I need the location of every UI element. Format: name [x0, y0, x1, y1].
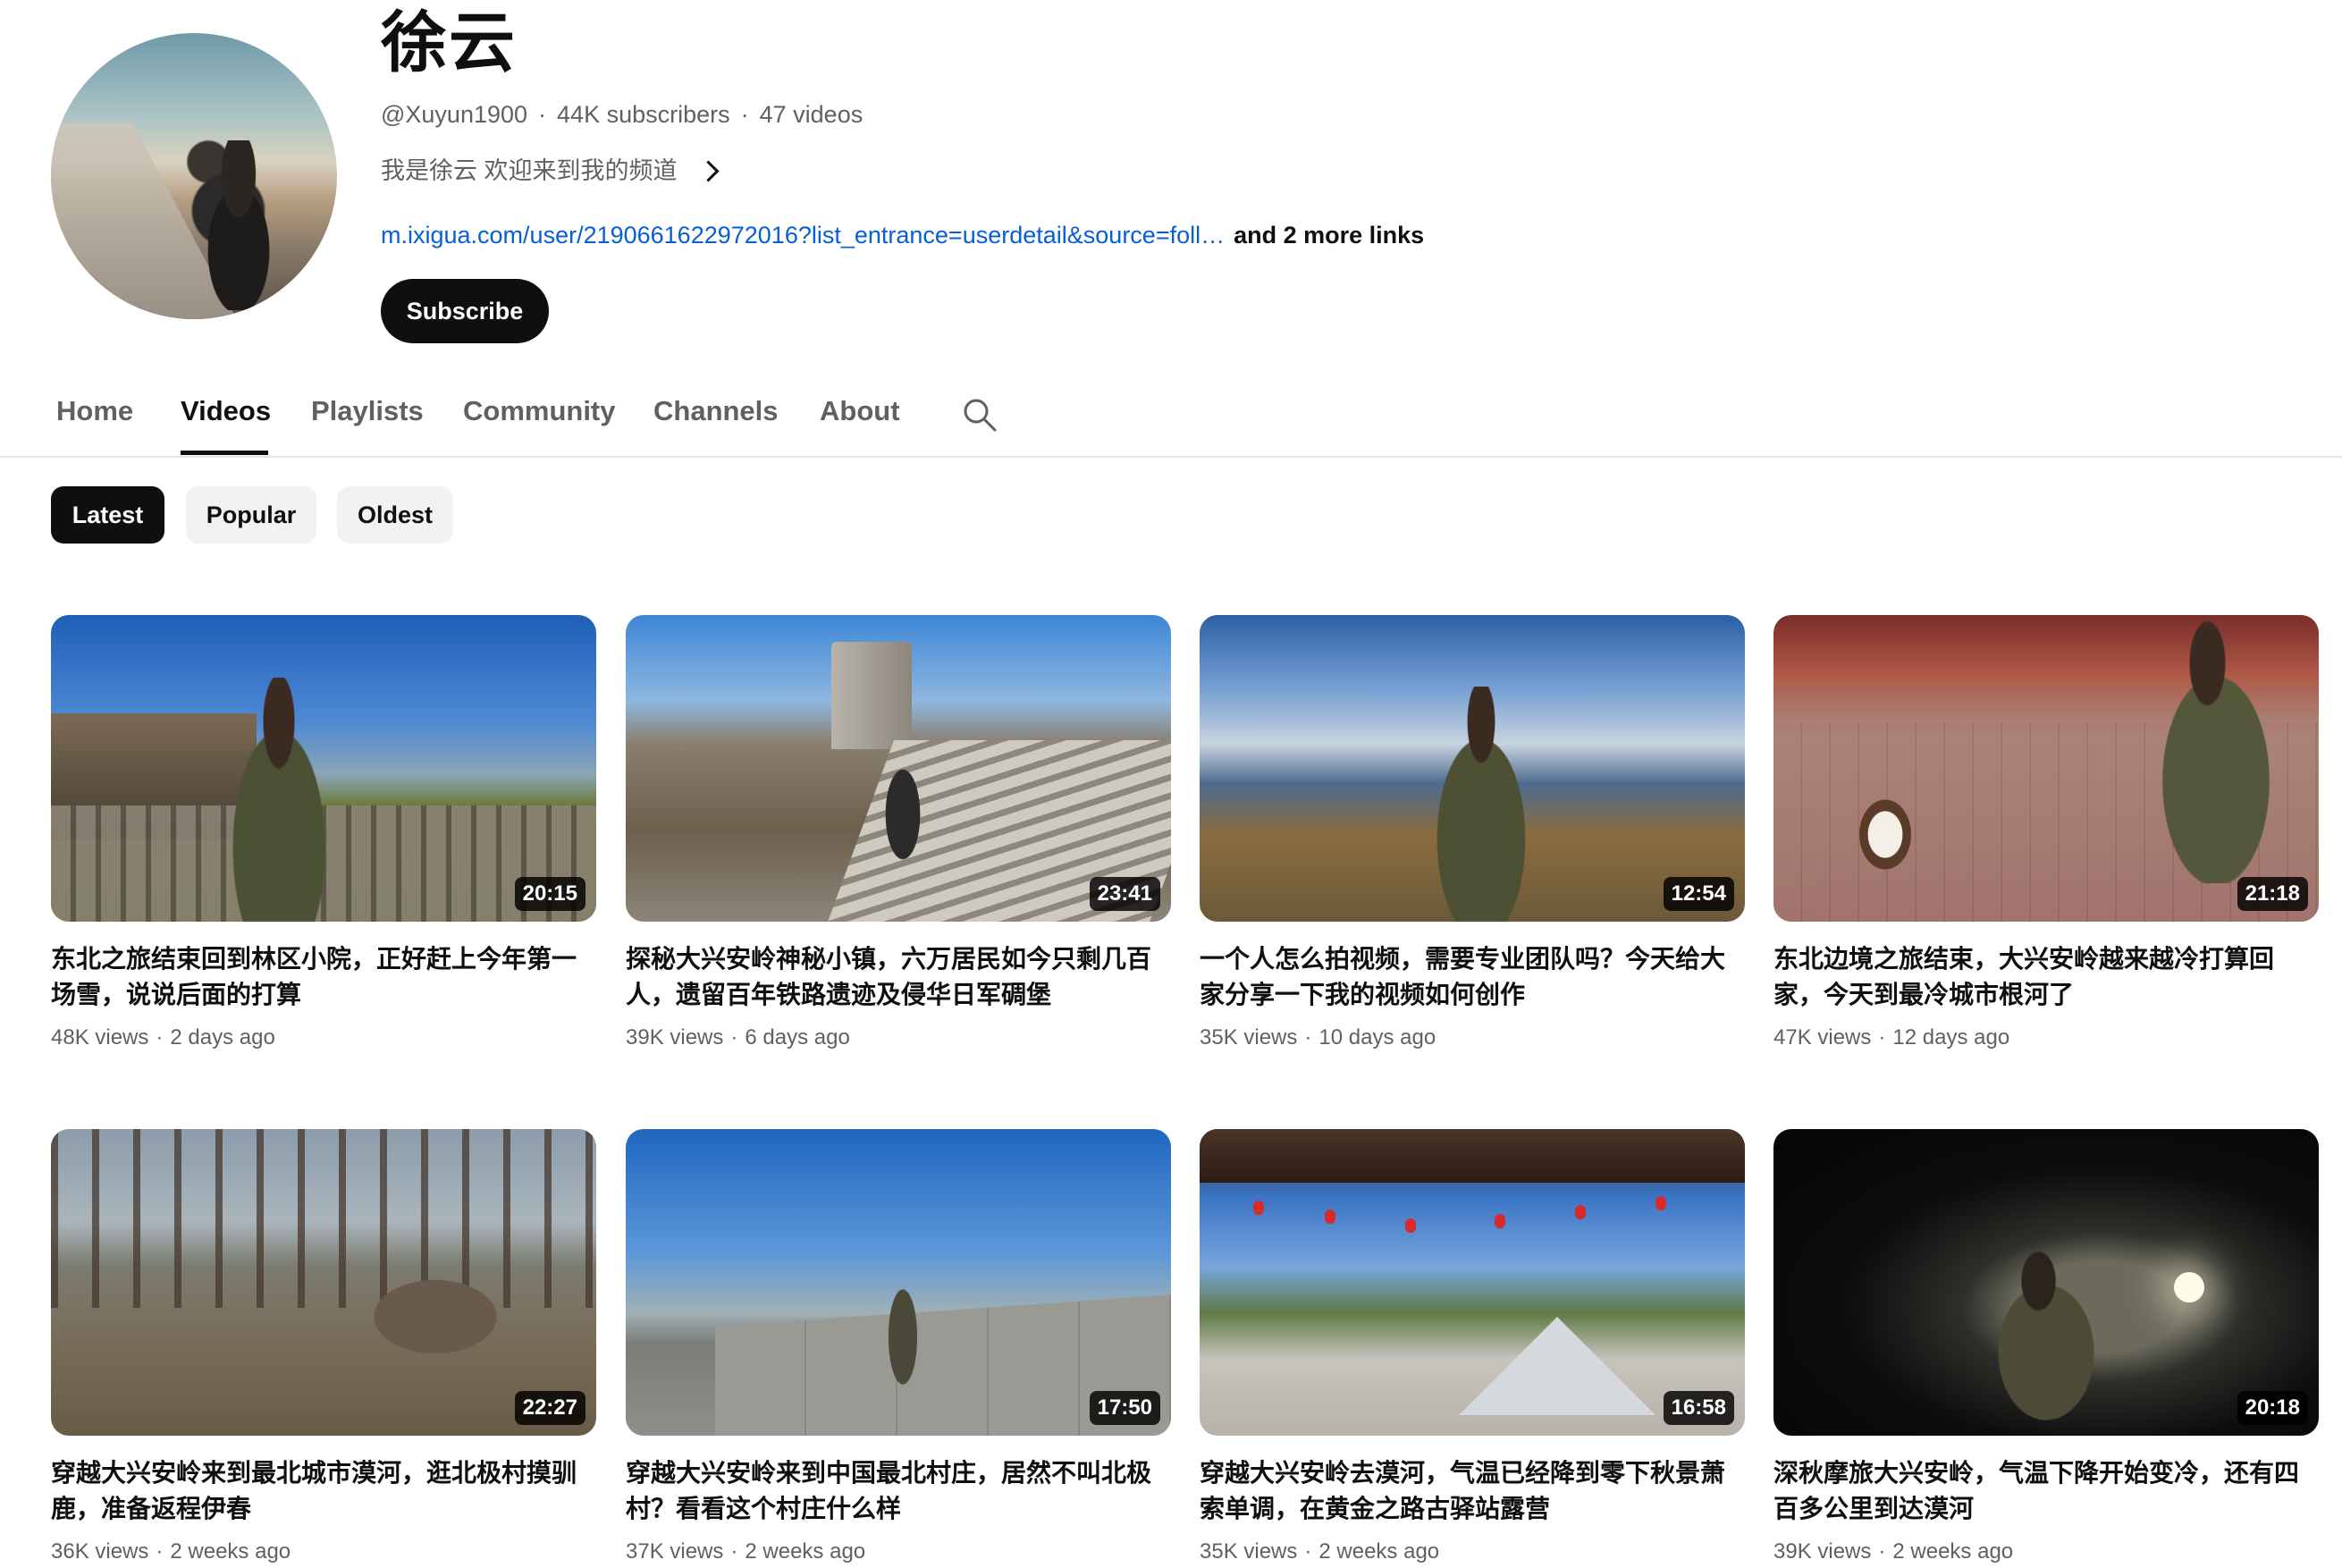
- video-age: 10 days ago: [1318, 1025, 1436, 1050]
- video-views: 39K views: [626, 1025, 724, 1050]
- video-title[interactable]: 东北边境之旅结束，大兴安岭越来越冷打算回家，今天到最冷城市根河了: [1773, 941, 2319, 1013]
- channel-link[interactable]: m.ixigua.com/user/2190661622972016?list_…: [381, 216, 1225, 254]
- video-duration: 12:54: [1663, 877, 1734, 911]
- video-card[interactable]: 21:18 东北边境之旅结束，大兴安岭越来越冷打算回家，今天到最冷城市根河了 4…: [1773, 615, 2319, 1052]
- video-age: 2 weeks ago: [745, 1539, 866, 1564]
- active-tab-indicator: [181, 451, 268, 455]
- video-card[interactable]: 23:41 探秘大兴安岭神秘小镇，六万居民如今只剩几百人，遗留百年铁路遗迹及侵华…: [626, 615, 1171, 1052]
- video-duration: 16:58: [1663, 1391, 1734, 1425]
- subscribe-button[interactable]: Subscribe: [381, 279, 549, 343]
- tab-playlists[interactable]: Playlists: [311, 393, 424, 429]
- video-thumbnail[interactable]: 12:54: [1200, 615, 1745, 922]
- channel-handle: @Xuyun1900: [381, 101, 528, 128]
- video-card[interactable]: 20:18 深秋摩旅大兴安岭，气温下降开始变冷，还有四百多公里到达漠河 39K …: [1773, 1129, 2319, 1566]
- filter-popular[interactable]: Popular: [186, 486, 316, 544]
- meta-separator: ·: [1878, 1539, 1886, 1564]
- video-count: 47 videos: [759, 101, 864, 128]
- meta-separator: ·: [1878, 1025, 1886, 1050]
- meta-separator: ·: [156, 1025, 164, 1050]
- video-title[interactable]: 穿越大兴安岭来到中国最北村庄，居然不叫北极村？看看这个村庄什么样: [626, 1455, 1171, 1527]
- video-title[interactable]: 穿越大兴安岭来到最北城市漠河，逛北极村摸驯鹿，准备返程伊春: [51, 1455, 596, 1527]
- meta-separator: ·: [730, 1025, 738, 1050]
- video-meta: 35K views · 10 days ago: [1200, 1024, 1745, 1052]
- video-age: 2 weeks ago: [1318, 1539, 1440, 1564]
- video-age: 6 days ago: [745, 1025, 850, 1050]
- video-age: 2 days ago: [170, 1025, 275, 1050]
- meta-separator: ·: [538, 101, 547, 128]
- channel-name: 徐云: [381, 5, 517, 80]
- meta-separator: ·: [1304, 1539, 1312, 1564]
- video-views: 48K views: [51, 1025, 149, 1050]
- video-title[interactable]: 探秘大兴安岭神秘小镇，六万居民如今只剩几百人，遗留百年铁路遗迹及侵华日军碉堡: [626, 941, 1171, 1013]
- video-views: 47K views: [1773, 1025, 1872, 1050]
- video-card[interactable]: 17:50 穿越大兴安岭来到中国最北村庄，居然不叫北极村？看看这个村庄什么样 3…: [626, 1129, 1171, 1566]
- meta-separator: ·: [1304, 1025, 1312, 1050]
- channel-links: m.ixigua.com/user/2190661622972016?list_…: [381, 216, 1424, 254]
- video-meta: 37K views · 2 weeks ago: [626, 1538, 1171, 1566]
- filter-latest[interactable]: Latest: [51, 486, 164, 544]
- video-duration: 20:18: [2237, 1391, 2308, 1425]
- video-views: 37K views: [626, 1539, 724, 1564]
- meta-separator: ·: [730, 1539, 738, 1564]
- video-age: 2 weeks ago: [170, 1539, 291, 1564]
- video-views: 36K views: [51, 1539, 149, 1564]
- tab-channels[interactable]: Channels: [653, 393, 779, 429]
- video-card[interactable]: 20:15 东北之旅结束回到林区小院，正好赶上今年第一场雪，说说后面的打算 48…: [51, 615, 596, 1052]
- filter-oldest[interactable]: Oldest: [337, 486, 453, 544]
- video-duration: 23:41: [1089, 877, 1160, 911]
- video-views: 35K views: [1200, 1025, 1298, 1050]
- video-age: 2 weeks ago: [1892, 1539, 2014, 1564]
- more-links-button[interactable]: and 2 more links: [1234, 216, 1424, 254]
- video-title[interactable]: 穿越大兴安岭去漠河，气温已经降到零下秋景萧索单调，在黄金之路古驿站露营: [1200, 1455, 1745, 1527]
- tab-videos[interactable]: Videos: [181, 393, 271, 429]
- video-card[interactable]: 22:27 穿越大兴安岭来到最北城市漠河，逛北极村摸驯鹿，准备返程伊春 36K …: [51, 1129, 596, 1566]
- channel-meta: @Xuyun1900 · 44K subscribers · 47 videos: [381, 97, 863, 132]
- chevron-right-icon[interactable]: [696, 159, 720, 182]
- video-card[interactable]: 12:54 一个人怎么拍视频，需要专业团队吗？今天给大家分享一下我的视频如何创作…: [1200, 615, 1745, 1052]
- video-meta: 47K views · 12 days ago: [1773, 1024, 2319, 1052]
- video-meta: 39K views · 6 days ago: [626, 1024, 1171, 1052]
- avatar-rider: [185, 140, 292, 310]
- video-duration: 20:15: [514, 877, 586, 911]
- video-meta: 48K views · 2 days ago: [51, 1024, 596, 1052]
- video-title[interactable]: 一个人怎么拍视频，需要专业团队吗？今天给大家分享一下我的视频如何创作: [1200, 941, 1745, 1013]
- video-thumbnail[interactable]: 20:15: [51, 615, 596, 922]
- video-meta: 39K views · 2 weeks ago: [1773, 1538, 2319, 1566]
- channel-avatar[interactable]: [51, 33, 337, 319]
- tab-community[interactable]: Community: [463, 393, 616, 429]
- video-meta: 36K views · 2 weeks ago: [51, 1538, 596, 1566]
- tab-about[interactable]: About: [820, 393, 900, 429]
- video-card[interactable]: 16:58 穿越大兴安岭去漠河，气温已经降到零下秋景萧索单调，在黄金之路古驿站露…: [1200, 1129, 1745, 1566]
- video-thumbnail[interactable]: 20:18: [1773, 1129, 2319, 1436]
- channel-description[interactable]: 我是徐云 欢迎来到我的频道: [381, 152, 720, 190]
- video-thumbnail[interactable]: 21:18: [1773, 615, 2319, 922]
- video-duration: 21:18: [2237, 877, 2308, 911]
- search-icon[interactable]: [962, 397, 998, 433]
- video-views: 39K views: [1773, 1539, 1872, 1564]
- meta-separator: ·: [156, 1539, 164, 1564]
- tab-home[interactable]: Home: [56, 393, 133, 429]
- video-thumbnail[interactable]: 22:27: [51, 1129, 596, 1436]
- meta-separator: ·: [740, 101, 749, 128]
- channel-tabs: Home Videos Playlists Community Channels…: [0, 374, 2342, 458]
- video-title[interactable]: 深秋摩旅大兴安岭，气温下降开始变冷，还有四百多公里到达漠河: [1773, 1455, 2319, 1527]
- video-views: 35K views: [1200, 1539, 1298, 1564]
- video-title[interactable]: 东北之旅结束回到林区小院，正好赶上今年第一场雪，说说后面的打算: [51, 941, 596, 1013]
- video-meta: 35K views · 2 weeks ago: [1200, 1538, 1745, 1566]
- video-duration: 22:27: [514, 1391, 586, 1425]
- video-duration: 17:50: [1089, 1391, 1160, 1425]
- video-thumbnail[interactable]: 16:58: [1200, 1129, 1745, 1436]
- video-age: 12 days ago: [1892, 1025, 2010, 1050]
- video-thumbnail[interactable]: 23:41: [626, 615, 1171, 922]
- subscriber-count: 44K subscribers: [557, 101, 730, 128]
- channel-description-text: 我是徐云 欢迎来到我的频道: [381, 157, 678, 184]
- video-thumbnail[interactable]: 17:50: [626, 1129, 1171, 1436]
